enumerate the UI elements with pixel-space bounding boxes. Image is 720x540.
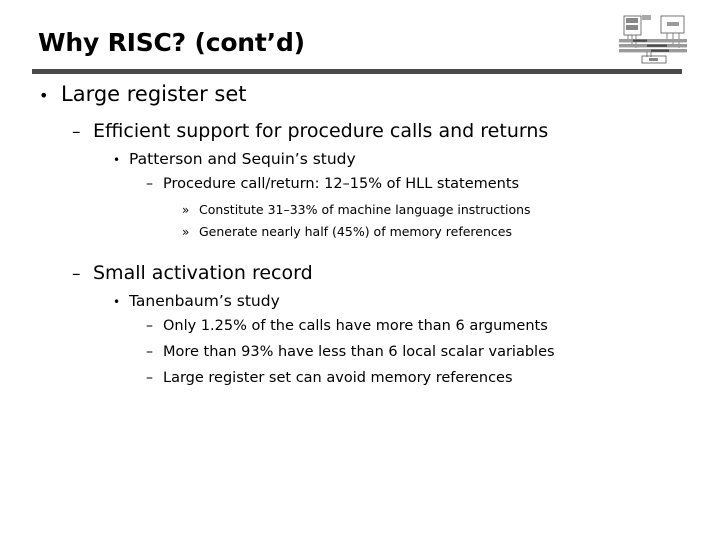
bullet-dash-icon: – xyxy=(146,318,153,334)
outline-item-level3: • Patterson and Sequin’s study xyxy=(0,150,720,176)
outline-item-level2: – Efficient support for procedure calls … xyxy=(0,120,720,150)
outline-item-text: Procedure call/return: 12–15% of HLL sta… xyxy=(163,176,520,192)
outline-item-text: Tanenbaum’s study xyxy=(129,292,280,310)
page-title: Why RISC? (cont’d) xyxy=(38,28,305,57)
bullet-dash-icon: – xyxy=(146,176,153,192)
outline-item-text: Large register set can avoid memory refe… xyxy=(163,370,513,386)
bullet-guillemet-icon: » xyxy=(182,225,190,239)
bullet-dash-icon: – xyxy=(72,122,81,142)
outline-item-level5: » Generate nearly half (45%) of memory r… xyxy=(0,224,720,246)
outline-item-text: Large register set xyxy=(61,82,247,106)
outline-item-text: Only 1.25% of the calls have more than 6… xyxy=(163,318,548,334)
outline-item-text: Small activation record xyxy=(93,262,313,284)
outline-item-text: Constitute 31–33% of machine language in… xyxy=(199,202,531,217)
bullet-dash-icon: – xyxy=(146,344,153,360)
bullet-dash-icon: – xyxy=(72,264,81,284)
outline-item-text: Generate nearly half (45%) of memory ref… xyxy=(199,224,512,239)
outline-item-level3: • Tanenbaum’s study xyxy=(0,292,720,318)
title-divider xyxy=(32,69,682,74)
computer-architecture-block-diagram-icon xyxy=(617,11,690,64)
outline-item-text: More than 93% have less than 6 local sca… xyxy=(163,344,555,360)
bullet-guillemet-icon: » xyxy=(182,203,190,217)
outline-item-level4: – More than 93% have less than 6 local s… xyxy=(0,344,720,370)
outline-item-level1: • Large register set xyxy=(0,82,720,113)
outline-item-text: Efficient support for procedure calls an… xyxy=(93,120,549,142)
bullet-dash-icon: – xyxy=(146,370,153,386)
outline-item-level5: » Constitute 31–33% of machine language … xyxy=(0,202,720,224)
slide-body-outline: • Large register set – Efficient support… xyxy=(0,82,720,396)
bullet-disc-icon: • xyxy=(39,86,49,105)
outline-item-level4: – Procedure call/return: 12–15% of HLL s… xyxy=(0,176,720,202)
outline-item-level4: – Large register set can avoid memory re… xyxy=(0,370,720,396)
bullet-disc-icon: • xyxy=(113,295,121,309)
outline-item-level4: – Only 1.25% of the calls have more than… xyxy=(0,318,720,344)
outline-item-text: Patterson and Sequin’s study xyxy=(129,150,356,168)
bullet-disc-icon: • xyxy=(113,153,121,167)
outline-item-level2: – Small activation record xyxy=(0,262,720,292)
